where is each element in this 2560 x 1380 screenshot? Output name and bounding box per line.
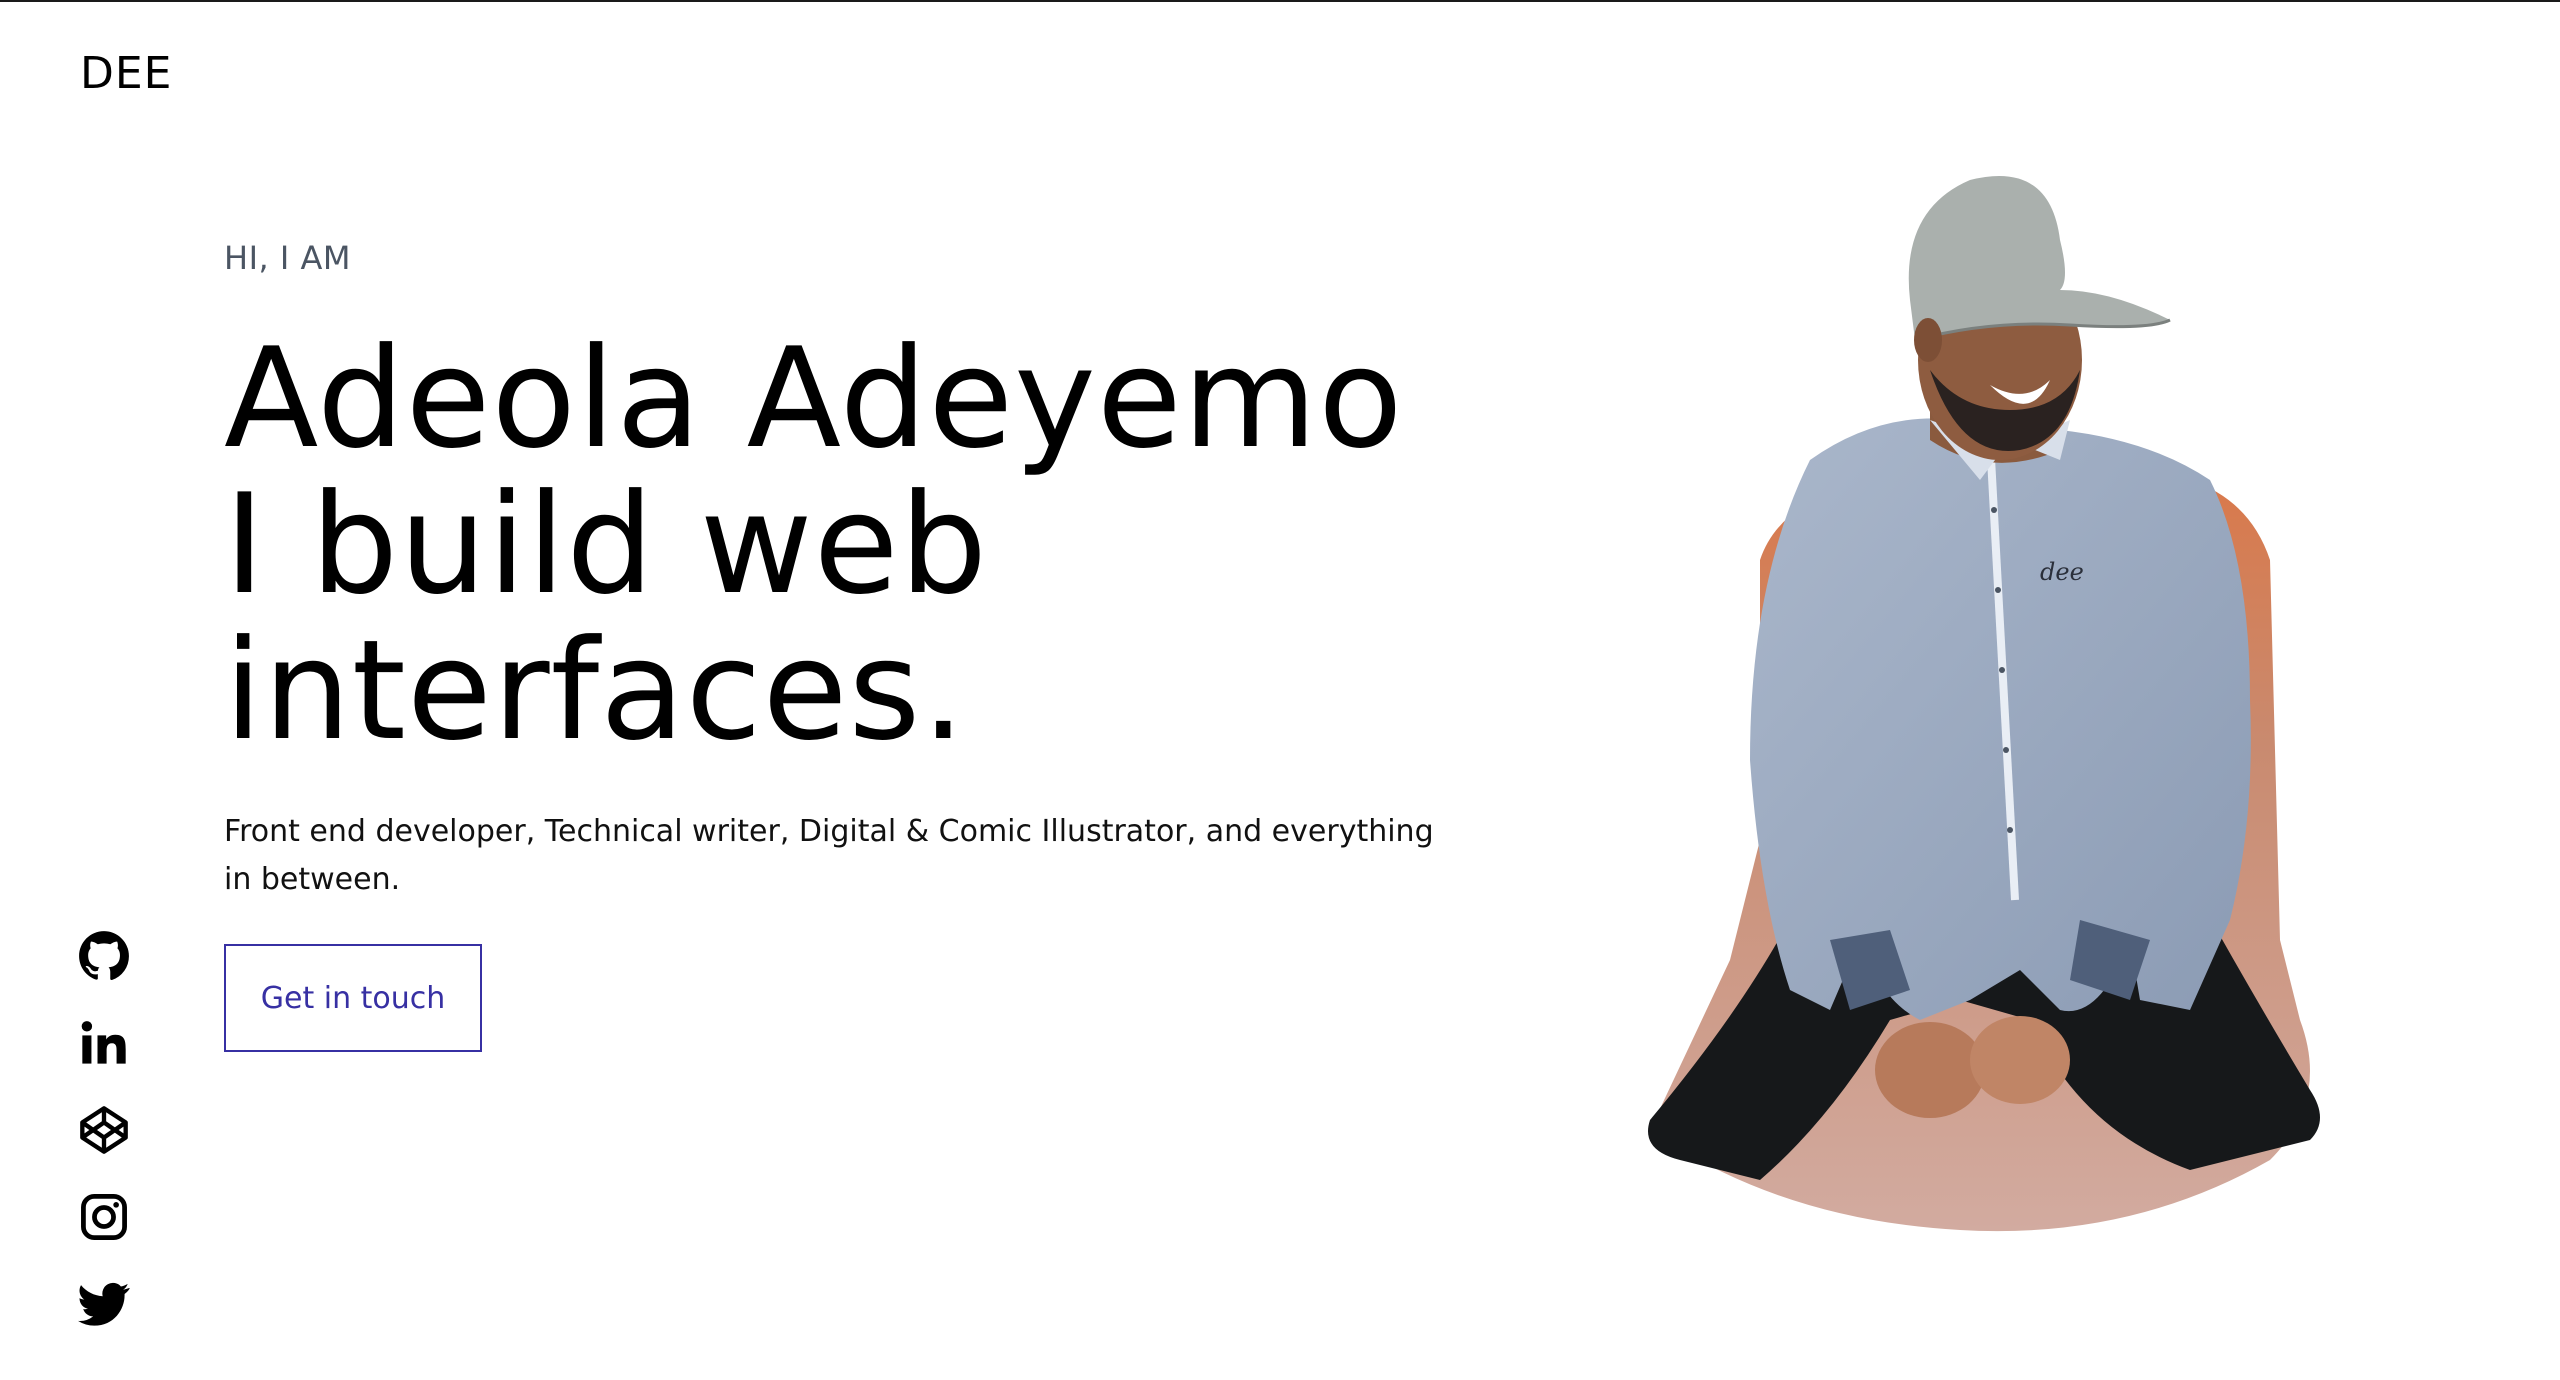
avatar-illustration: dee — [1630, 140, 2350, 1260]
codepen-link[interactable] — [78, 1104, 130, 1156]
headline-line-3: interfaces. — [224, 610, 967, 771]
hands — [1875, 1022, 1985, 1118]
get-in-touch-button[interactable]: Get in touch — [224, 944, 482, 1052]
headline-name: Adeola Adeyemo — [224, 318, 1404, 479]
cap — [1908, 176, 2170, 340]
avatar-illustration-graphic: dee — [1648, 176, 2320, 1232]
twitter-link[interactable] — [78, 1278, 130, 1330]
site-logo[interactable]: DEE — [80, 52, 172, 96]
instagram-icon — [81, 1194, 127, 1240]
github-icon — [79, 931, 129, 981]
codepen-icon — [80, 1106, 128, 1154]
hero-eyebrow: HI, I AM — [224, 239, 351, 277]
top-border — [0, 0, 2560, 2]
shirt-script: dee — [2040, 558, 2084, 586]
linkedin-icon — [81, 1021, 126, 1064]
linkedin-link[interactable] — [78, 1017, 130, 1069]
headline-line-2: I build web — [224, 464, 989, 625]
shirt — [1750, 418, 2251, 1020]
hero-headline: Adeola Adeyemo I build web interfaces. — [224, 326, 1524, 764]
hero-tagline: Front end developer, Technical writer, D… — [224, 814, 1434, 897]
social-links — [78, 930, 130, 1365]
hero-section: HI, I AM Adeola Adeyemo I build web inte… — [224, 242, 1524, 1052]
github-link[interactable] — [78, 930, 130, 982]
instagram-link[interactable] — [78, 1191, 130, 1243]
twitter-icon — [78, 1282, 130, 1326]
